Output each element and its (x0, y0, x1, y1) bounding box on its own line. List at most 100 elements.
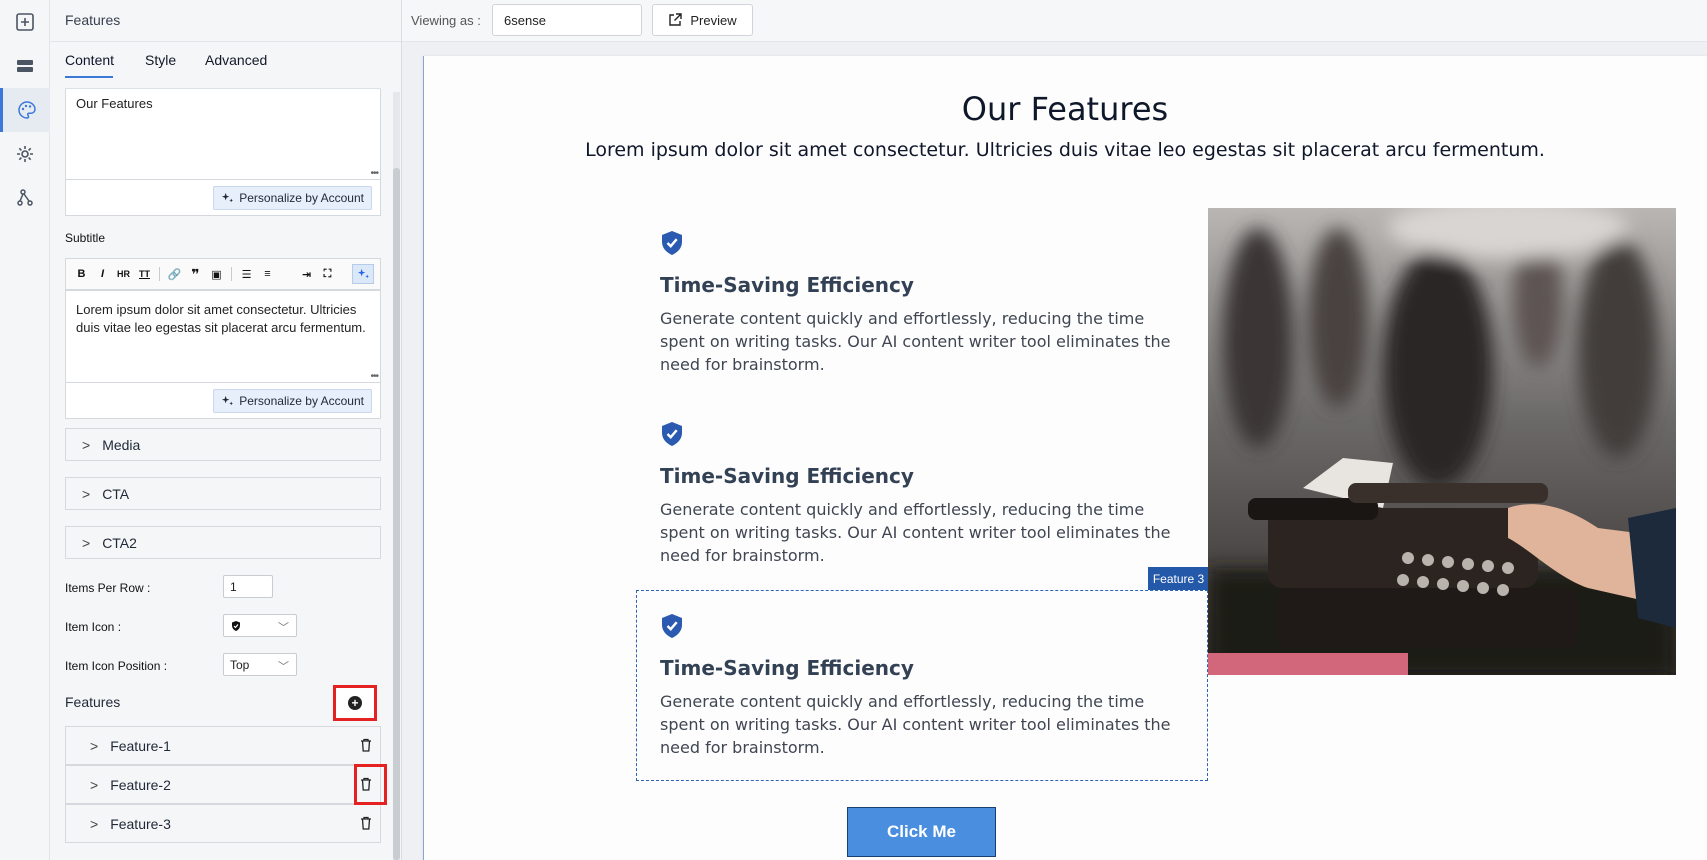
chevron-right-icon: > (82, 534, 91, 551)
plus-square-icon (16, 13, 34, 31)
feature-description: Generate content quickly and effortlessl… (660, 500, 1171, 565)
subtitle-editor-text: Lorem ipsum dolor sit amet consectetur. … (76, 302, 366, 335)
rich-text-toolbar: B I HR TT 🔗 ❞ ▣ ☰ ≡ ⇥ ⛶ (65, 258, 381, 290)
items-per-row-label: Items Per Row : (65, 581, 151, 595)
chevron-right-icon: > (82, 485, 91, 502)
selected-feature-tag: Feature 3 (1148, 567, 1209, 590)
chevron-down-icon: ﹀ (278, 661, 289, 673)
preview-label: Preview (690, 12, 737, 28)
preview-button[interactable]: Preview (652, 4, 753, 36)
title-personalize-row: Personalize by Account (65, 180, 381, 216)
viewing-as-label: Viewing as : (411, 13, 481, 28)
subtitle-editor[interactable]: Lorem ipsum dolor sit amet consectetur. … (65, 290, 381, 383)
shield-check-icon (232, 620, 240, 631)
ai-assist-button[interactable] (352, 264, 374, 284)
bold-button[interactable]: B (72, 264, 91, 284)
trash-icon[interactable] (358, 737, 374, 753)
feature-item-label: Feature-3 (110, 815, 171, 832)
cta-accordion[interactable]: > CTA (65, 477, 381, 510)
cta-button[interactable]: Click Me (847, 807, 996, 857)
accordion-label: CTA2 (102, 534, 137, 551)
subtitle-label: Subtitle (65, 231, 106, 245)
feature-title: Time-Saving Efficiency (660, 656, 914, 680)
item-icon-label: Item Icon : (65, 620, 122, 634)
cta2-accordion[interactable]: > CTA2 (65, 526, 381, 559)
add-block-button[interactable] (0, 0, 50, 44)
feature-title: Time-Saving Efficiency (660, 464, 914, 488)
title-personalize-button[interactable]: Personalize by Account (213, 186, 372, 210)
viewing-as-input[interactable]: 6sense (492, 4, 642, 36)
highlight-box (354, 764, 387, 805)
section-subtitle[interactable]: Lorem ipsum dolor sit amet consectetur. … (423, 139, 1707, 161)
subtitle-personalize-button[interactable]: Personalize by Account (213, 389, 372, 413)
sections-button[interactable] (0, 44, 50, 88)
plus-circle-icon: + (348, 696, 362, 710)
workflow-button[interactable] (0, 176, 50, 220)
settings-button[interactable] (0, 132, 50, 176)
numbered-list-icon[interactable]: ≡ (258, 264, 277, 284)
preview-topbar: Viewing as : 6sense Preview (402, 0, 1707, 42)
tab-advanced[interactable]: Advanced (205, 52, 267, 68)
feature-item-2[interactable]: > Feature-2 (65, 765, 381, 804)
strike-button[interactable]: TT (135, 264, 154, 284)
shield-check-icon (662, 231, 682, 255)
link-icon[interactable]: 🔗 (165, 264, 184, 284)
shield-check-icon (662, 614, 682, 638)
section-title-text: Our Features (961, 90, 1169, 128)
fullscreen-icon[interactable]: ⛶ (318, 264, 337, 284)
section-title[interactable]: Our Features (0, 90, 1707, 128)
chevron-right-icon: > (90, 776, 99, 793)
italic-button[interactable]: I (93, 264, 112, 284)
add-feature-button[interactable]: + (333, 685, 377, 721)
resize-handle[interactable]: ••• (370, 168, 378, 179)
trash-icon[interactable] (358, 815, 374, 831)
media-accordion[interactable]: > Media (65, 428, 381, 461)
feature-card-3[interactable]: Time-Saving Efficiency Generate content … (660, 613, 1200, 763)
subtitle-personalize-row: Personalize by Account (65, 383, 381, 419)
layers-icon (17, 60, 33, 72)
panel-title: Features (65, 12, 121, 28)
personalize-label: Personalize by Account (239, 394, 364, 408)
resize-handle[interactable]: ••• (370, 371, 378, 382)
sparkle-icon (222, 192, 234, 202)
divider (50, 41, 401, 42)
icon-rail (0, 0, 50, 860)
feature-item-label: Feature-1 (110, 737, 171, 754)
feature-description: Generate content quickly and effortlessl… (660, 692, 1171, 757)
item-icon-position-select[interactable]: Top ﹀ (223, 653, 297, 676)
features-label: Features (65, 694, 121, 710)
bullet-list-icon[interactable]: ☰ (237, 264, 256, 284)
settings-panel: Features Content Style Advanced Our Feat… (50, 0, 402, 860)
feature-card-1[interactable]: Time-Saving Efficiency Generate content … (660, 230, 1200, 380)
scroll-shadow (50, 78, 400, 92)
feature-description: Generate content quickly and effortlessl… (660, 309, 1171, 374)
feature-item-label: Feature-2 (110, 776, 171, 793)
chevron-right-icon: > (90, 737, 99, 754)
item-icon-select[interactable]: ﹀ (223, 614, 297, 637)
chevron-right-icon: > (82, 436, 91, 453)
scrollbar-thumb[interactable] (393, 168, 400, 860)
image-icon[interactable]: ▣ (207, 264, 226, 284)
divider (159, 267, 160, 281)
shield-check-icon (662, 422, 682, 446)
sparkle-icon (222, 395, 234, 405)
branch-icon (17, 189, 33, 206)
feature-item-1[interactable]: > Feature-1 (65, 726, 381, 765)
item-icon-position-label: Item Icon Position : (65, 659, 168, 673)
select-value: Top (230, 657, 250, 672)
typewriter-photo (1208, 208, 1676, 675)
feature-item-3[interactable]: > Feature-3 (65, 804, 381, 843)
section-subtitle-text: Lorem ipsum dolor sit amet consectetur. … (585, 139, 1545, 161)
items-per-row-input[interactable]: 1 (223, 575, 273, 598)
personalize-label: Personalize by Account (239, 191, 364, 205)
feature-card-2[interactable]: Time-Saving Efficiency Generate content … (660, 421, 1200, 571)
heading-button[interactable]: HR (114, 264, 133, 284)
tab-style[interactable]: Style (145, 52, 176, 68)
tab-content[interactable]: Content (65, 52, 114, 68)
chevron-right-icon: > (90, 815, 99, 832)
divider (231, 267, 232, 281)
feature-image[interactable] (1208, 208, 1676, 675)
accordion-label: CTA (102, 485, 130, 502)
quote-icon[interactable]: ❞ (186, 264, 205, 284)
indent-icon[interactable]: ⇥ (297, 264, 316, 284)
